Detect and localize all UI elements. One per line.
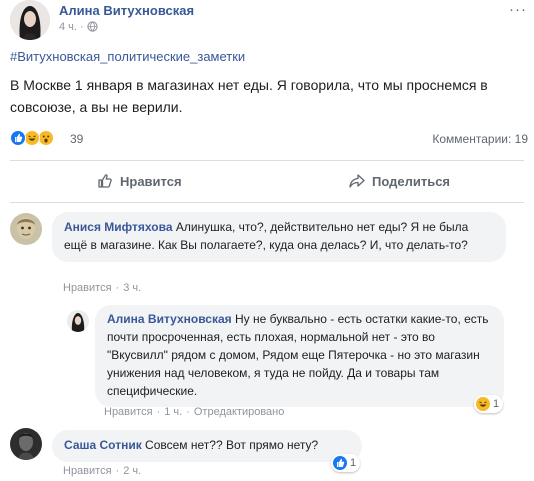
- comment-time[interactable]: 3 ч.: [123, 282, 141, 294]
- post-meta: 4 ч. ·: [59, 21, 98, 35]
- comment-time[interactable]: 2 ч.: [123, 465, 141, 477]
- reply-reaction-badge[interactable]: 1: [474, 395, 504, 413]
- edited-label: Отредактировано: [193, 406, 285, 418]
- share-arrow-icon: [348, 172, 366, 190]
- comment-actions: Нравится · 3 ч.: [63, 282, 142, 294]
- like-button[interactable]: Нравится: [96, 172, 182, 190]
- comments-count[interactable]: Комментарии: 19: [432, 132, 528, 146]
- reaction-count: 39: [70, 132, 84, 146]
- reply-author[interactable]: Алина Витухновская: [107, 312, 232, 326]
- reply-reaction-count: 1: [493, 398, 500, 410]
- post-hashtag[interactable]: #Витухновская_политические_заметки: [10, 49, 245, 64]
- haha-icon: [24, 130, 40, 146]
- more-options-icon[interactable]: ···: [509, 1, 527, 18]
- reply-author-avatar[interactable]: [67, 310, 89, 332]
- comment-author[interactable]: Саша Сотник: [64, 438, 142, 452]
- divider-bottom: [10, 202, 524, 203]
- divider-top: [10, 160, 524, 161]
- like-icon: [333, 456, 347, 470]
- comment-actions: Нравится · 2 ч.: [63, 465, 142, 477]
- comment-reaction-badge[interactable]: 1: [331, 454, 361, 472]
- share-label: Поделиться: [372, 173, 451, 189]
- commenter-avatar[interactable]: [10, 213, 42, 245]
- comment-bubble: Саша Сотник Совсем нет?? Вот прямо нету?: [52, 430, 362, 462]
- like-label: Нравится: [120, 173, 182, 189]
- reply-like-link[interactable]: Нравится: [104, 406, 153, 418]
- reply-actions: Нравится · 1 ч. · Отредактировано: [104, 406, 285, 418]
- wow-icon: [38, 130, 54, 146]
- post-time[interactable]: 4 ч.: [59, 21, 77, 33]
- like-icon: [10, 130, 26, 146]
- facebook-post: Алина Витухновская 4 ч. · ··· #Витухновс…: [0, 0, 534, 481]
- haha-icon: [476, 397, 490, 411]
- post-text: В Москве 1 января в магазинах нет еды. Я…: [10, 77, 488, 115]
- comment-text: Совсем нет?? Вот прямо нету?: [145, 438, 319, 452]
- comment-reaction-count: 1: [350, 457, 357, 469]
- author-avatar[interactable]: [10, 0, 50, 40]
- globe-icon: [87, 21, 98, 35]
- thumbs-up-icon: [96, 172, 114, 190]
- comment-bubble: Анися Мифтяхова Алинушка, что?, действит…: [52, 212, 506, 262]
- comment-author[interactable]: Анися Мифтяхова: [64, 220, 173, 234]
- comment-like-link[interactable]: Нравится: [63, 282, 112, 294]
- comment-like-link[interactable]: Нравится: [63, 465, 112, 477]
- reply-bubble: Алина Витухновская Ну не буквально - ест…: [95, 305, 504, 407]
- commenter-avatar[interactable]: [10, 428, 42, 460]
- post-author-name[interactable]: Алина Витухновская: [59, 3, 194, 18]
- share-button[interactable]: Поделиться: [348, 172, 450, 190]
- dot-separator: ·: [80, 21, 84, 33]
- reply-time[interactable]: 1 ч.: [164, 406, 182, 418]
